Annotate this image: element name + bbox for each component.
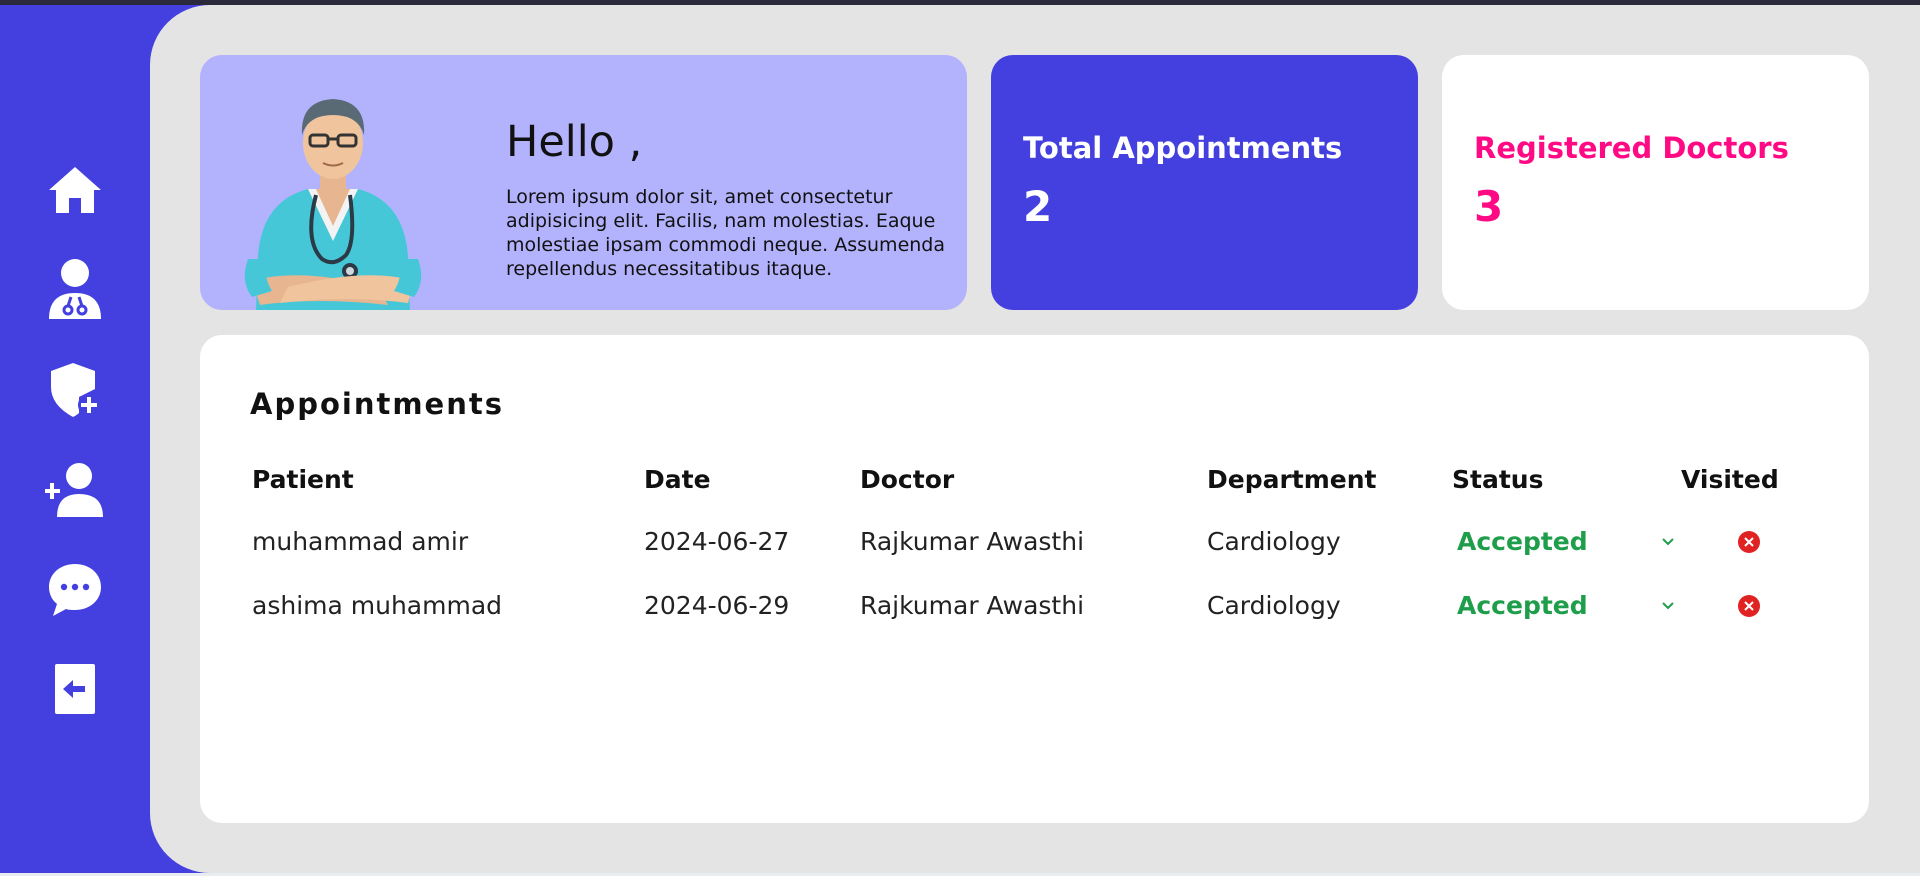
home-icon bbox=[49, 167, 101, 213]
add-user-icon bbox=[45, 463, 103, 517]
doctor-illustration bbox=[244, 99, 422, 310]
registered-doctors-card: Registered Doctors 3 bbox=[1442, 55, 1869, 310]
cell-patient: ashima muhammad bbox=[252, 591, 503, 620]
total-appointments-value: 2 bbox=[1023, 182, 1053, 231]
cell-date: 2024-06-29 bbox=[644, 591, 790, 620]
close-icon bbox=[1744, 537, 1754, 547]
nav-departments[interactable] bbox=[45, 360, 105, 420]
registered-doctors-value: 3 bbox=[1474, 182, 1504, 231]
appointments-card: Appointments Patient Date Doctor Departm… bbox=[200, 335, 1869, 823]
column-header-date: Date bbox=[644, 465, 711, 494]
shield-plus-icon bbox=[51, 363, 100, 417]
status-dropdown-toggle[interactable] bbox=[1659, 533, 1677, 551]
visited-indicator[interactable] bbox=[1738, 531, 1760, 553]
status-select[interactable]: Accepted bbox=[1457, 591, 1588, 620]
cell-department: Cardiology bbox=[1207, 591, 1341, 620]
column-header-doctor: Doctor bbox=[860, 465, 955, 494]
status-dropdown-toggle[interactable] bbox=[1659, 597, 1677, 615]
total-appointments-label: Total Appointments bbox=[1023, 131, 1343, 165]
chevron-down-icon bbox=[1662, 602, 1674, 610]
nav-messages[interactable] bbox=[45, 560, 105, 620]
welcome-card: Hello , Lorem ipsum dolor sit, amet cons… bbox=[200, 55, 967, 310]
column-header-department: Department bbox=[1207, 465, 1377, 494]
appointments-title: Appointments bbox=[250, 387, 504, 421]
chevron-down-icon bbox=[1662, 538, 1674, 546]
main-content: Hello , Lorem ipsum dolor sit, amet cons… bbox=[150, 5, 1920, 873]
chat-icon bbox=[49, 564, 101, 616]
doctor-icon bbox=[49, 259, 101, 319]
logout-icon bbox=[55, 664, 95, 714]
cell-date: 2024-06-27 bbox=[644, 527, 790, 556]
close-icon bbox=[1744, 601, 1754, 611]
total-appointments-card: Total Appointments 2 bbox=[991, 55, 1418, 310]
column-header-visited: Visited bbox=[1681, 465, 1779, 494]
column-header-patient: Patient bbox=[252, 465, 354, 494]
sidebar bbox=[0, 5, 150, 873]
status-select[interactable]: Accepted bbox=[1457, 527, 1588, 556]
cell-department: Cardiology bbox=[1207, 527, 1341, 556]
column-header-status: Status bbox=[1452, 465, 1544, 494]
visited-indicator[interactable] bbox=[1738, 595, 1760, 617]
cell-doctor: Rajkumar Awasthi bbox=[860, 591, 1085, 620]
nav-home[interactable] bbox=[45, 160, 105, 220]
nav-logout[interactable] bbox=[45, 659, 105, 719]
welcome-title: Hello , bbox=[506, 117, 643, 167]
cell-doctor: Rajkumar Awasthi bbox=[860, 527, 1085, 556]
nav-add-user[interactable] bbox=[45, 460, 105, 520]
nav-doctors[interactable] bbox=[45, 259, 105, 319]
welcome-text: Lorem ipsum dolor sit, amet consectetur … bbox=[506, 186, 946, 280]
registered-doctors-label: Registered Doctors bbox=[1474, 131, 1789, 165]
cell-patient: muhammad amir bbox=[252, 527, 469, 556]
